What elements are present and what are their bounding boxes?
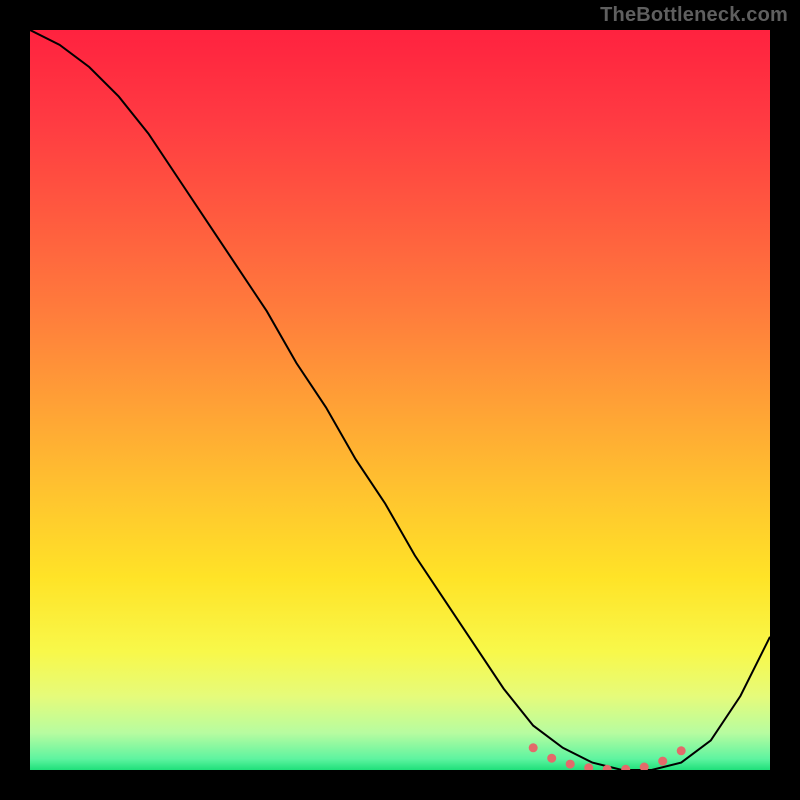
- chart-frame: TheBottleneck.com: [0, 0, 800, 800]
- chart-background: [30, 30, 770, 770]
- highlight-dot: [658, 757, 667, 766]
- highlight-dot: [566, 760, 575, 769]
- highlight-dot: [529, 743, 538, 752]
- highlight-dot: [677, 746, 686, 755]
- chart-plot: [30, 30, 770, 770]
- highlight-dot: [547, 754, 556, 763]
- watermark-label: TheBottleneck.com: [600, 4, 788, 27]
